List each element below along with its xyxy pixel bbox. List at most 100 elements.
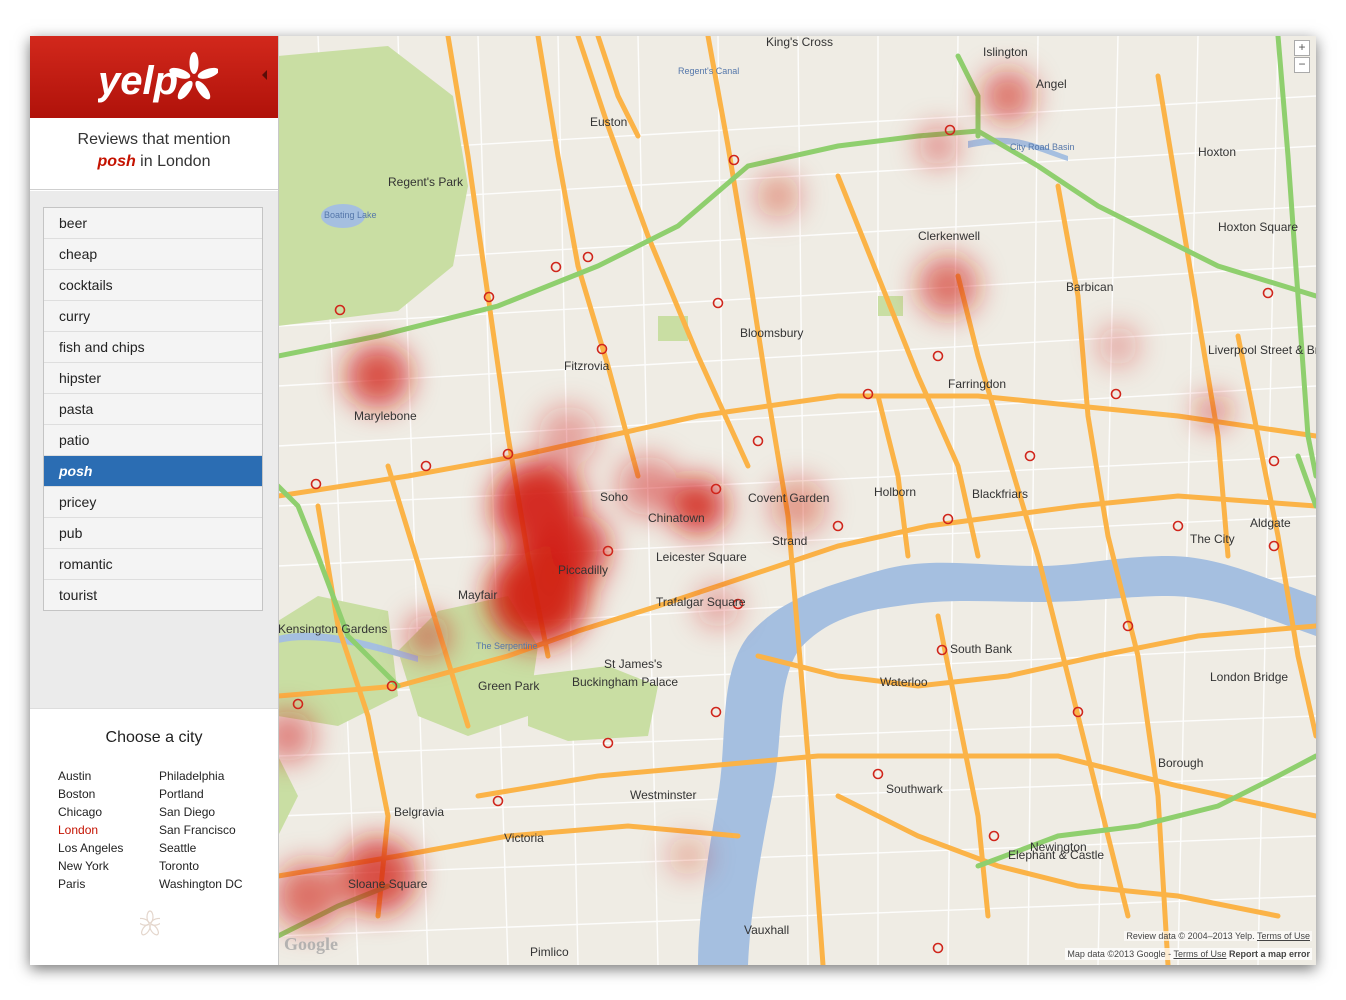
topic-item-beer[interactable]: beer <box>44 208 262 239</box>
page-subtitle: Reviews that mention posh in London <box>30 118 278 190</box>
topic-item-cocktails[interactable]: cocktails <box>44 270 262 301</box>
svg-text:Holborn: Holborn <box>874 485 916 499</box>
city-chooser: Choose a city Austin Boston Chicago Lond… <box>30 708 278 965</box>
svg-text:Hoxton: Hoxton <box>1198 145 1236 159</box>
map-layer: King's Cross Islington Angel Euston Rege… <box>278 36 1316 965</box>
yelp-wordmark: yelp <box>98 59 178 103</box>
svg-text:Aldgate: Aldgate <box>1250 516 1291 530</box>
subtitle-city: in London <box>135 153 211 170</box>
topics-area: beer cheap cocktails curry fish and chip… <box>30 191 278 708</box>
svg-text:King's Cross: King's Cross <box>766 36 833 49</box>
report-map-error-link[interactable]: Report a map error <box>1229 949 1310 959</box>
topic-item-posh[interactable]: posh <box>44 456 262 487</box>
svg-text:Boating Lake: Boating Lake <box>324 210 377 220</box>
city-link-philadelphia[interactable]: Philadelphia <box>159 767 243 785</box>
svg-text:Elephant & Castle: Elephant & Castle <box>1008 848 1104 862</box>
svg-text:South Bank: South Bank <box>950 642 1013 656</box>
svg-text:Fitzrovia: Fitzrovia <box>564 359 610 373</box>
topic-item-tourist[interactable]: tourist <box>44 580 262 610</box>
svg-text:City Road Basin: City Road Basin <box>1010 142 1075 152</box>
topic-list: beer cheap cocktails curry fish and chip… <box>43 207 263 611</box>
svg-text:Mayfair: Mayfair <box>458 588 497 602</box>
google-logo[interactable]: Google <box>284 934 338 955</box>
city-link-san-francisco[interactable]: San Francisco <box>159 821 243 839</box>
city-link-san-diego[interactable]: San Diego <box>159 803 243 821</box>
svg-text:Borough: Borough <box>1158 756 1203 770</box>
svg-text:Piccadilly: Piccadilly <box>558 563 608 577</box>
city-column-2: Philadelphia Portland San Diego San Fran… <box>159 767 243 893</box>
svg-text:Trafalgar Square: Trafalgar Square <box>656 595 746 609</box>
svg-text:Kensington Gardens: Kensington Gardens <box>278 622 387 636</box>
collapse-sidebar-icon[interactable] <box>262 70 267 80</box>
topic-item-pub[interactable]: pub <box>44 518 262 549</box>
header-bar: yelp <box>30 36 278 118</box>
topic-item-romantic[interactable]: romantic <box>44 549 262 580</box>
topic-item-fish-and-chips[interactable]: fish and chips <box>44 332 262 363</box>
svg-text:Liverpool Street & Broadgate: Liverpool Street & Broadgate <box>1208 343 1316 357</box>
topic-item-curry[interactable]: curry <box>44 301 262 332</box>
svg-text:Soho: Soho <box>600 490 628 504</box>
svg-text:Bloomsbury: Bloomsbury <box>740 326 803 340</box>
svg-text:Euston: Euston <box>590 115 627 129</box>
svg-text:Belgravia: Belgravia <box>394 805 444 819</box>
yelp-logo[interactable]: yelp <box>98 48 218 110</box>
review-data-text: Review data © 2004–2013 Yelp. <box>1126 931 1255 941</box>
svg-text:St James's: St James's <box>604 657 662 671</box>
map-canvas[interactable]: King's Cross Islington Angel Euston Rege… <box>278 36 1316 965</box>
yelp-burst-watermark-icon <box>140 910 160 936</box>
topic-item-hipster[interactable]: hipster <box>44 363 262 394</box>
city-link-toronto[interactable]: Toronto <box>159 857 243 875</box>
svg-text:Angel: Angel <box>1036 77 1067 91</box>
terms-of-use-link-google[interactable]: Terms of Use <box>1173 949 1226 959</box>
svg-text:Chinatown: Chinatown <box>648 511 705 525</box>
svg-text:Buckingham Palace: Buckingham Palace <box>572 675 678 689</box>
city-link-new-york[interactable]: New York <box>58 857 123 875</box>
svg-text:Vauxhall: Vauxhall <box>744 923 789 937</box>
svg-text:Leicester Square: Leicester Square <box>656 550 747 564</box>
terms-of-use-link-yelp[interactable]: Terms of Use <box>1257 931 1310 941</box>
svg-text:Blackfriars: Blackfriars <box>972 487 1028 501</box>
city-chooser-title: Choose a city <box>105 729 203 746</box>
svg-text:Islington: Islington <box>983 45 1028 59</box>
svg-text:Pimlico: Pimlico <box>530 945 569 959</box>
svg-text:Farringdon: Farringdon <box>948 377 1006 391</box>
svg-text:Southwark: Southwark <box>886 782 944 796</box>
topic-item-pasta[interactable]: pasta <box>44 394 262 425</box>
city-link-austin[interactable]: Austin <box>58 767 123 785</box>
subtitle-keyword: posh <box>97 153 136 170</box>
sidebar: yelp Reviews that mention posh in London… <box>30 36 279 965</box>
svg-text:The Serpentine: The Serpentine <box>476 641 538 651</box>
svg-text:Marylebone: Marylebone <box>354 409 417 423</box>
subtitle-line2: posh in London <box>30 151 278 173</box>
svg-text:Green Park: Green Park <box>478 679 540 693</box>
svg-text:Sloane Square: Sloane Square <box>348 877 428 891</box>
city-link-chicago[interactable]: Chicago <box>58 803 123 821</box>
city-link-boston[interactable]: Boston <box>58 785 123 803</box>
zoom-out-button[interactable]: − <box>1294 57 1310 73</box>
city-link-los-angeles[interactable]: Los Angeles <box>58 839 123 857</box>
svg-text:Strand: Strand <box>772 534 807 548</box>
topic-item-patio[interactable]: patio <box>44 425 262 456</box>
topic-item-pricey[interactable]: pricey <box>44 487 262 518</box>
app-window: yelp Reviews that mention posh in London… <box>30 36 1316 965</box>
svg-text:Regent's Canal: Regent's Canal <box>678 66 739 76</box>
svg-text:The City: The City <box>1190 532 1235 546</box>
svg-text:Westminster: Westminster <box>630 788 696 802</box>
zoom-in-button[interactable]: + <box>1294 40 1310 56</box>
svg-text:Victoria: Victoria <box>504 831 544 845</box>
city-link-seattle[interactable]: Seattle <box>159 839 243 857</box>
city-link-portland[interactable]: Portland <box>159 785 243 803</box>
svg-text:Barbican: Barbican <box>1066 280 1113 294</box>
zoom-control: + − <box>1294 40 1310 74</box>
svg-text:London Bridge: London Bridge <box>1210 670 1288 684</box>
svg-text:Regent's Park: Regent's Park <box>388 175 464 189</box>
city-link-paris[interactable]: Paris <box>58 875 123 893</box>
topic-item-cheap[interactable]: cheap <box>44 239 262 270</box>
city-column-1: Austin Boston Chicago London Los Angeles… <box>58 767 123 893</box>
review-data-attribution: Review data © 2004–2013 Yelp. Terms of U… <box>1124 931 1312 941</box>
city-link-washington-dc[interactable]: Washington DC <box>159 875 243 893</box>
map-data-text: Map data ©2013 Google - <box>1067 949 1172 959</box>
subtitle-line1: Reviews that mention <box>77 131 231 148</box>
map-data-attribution: Map data ©2013 Google - Terms of Use Rep… <box>1065 948 1312 960</box>
city-link-london[interactable]: London <box>58 821 123 839</box>
